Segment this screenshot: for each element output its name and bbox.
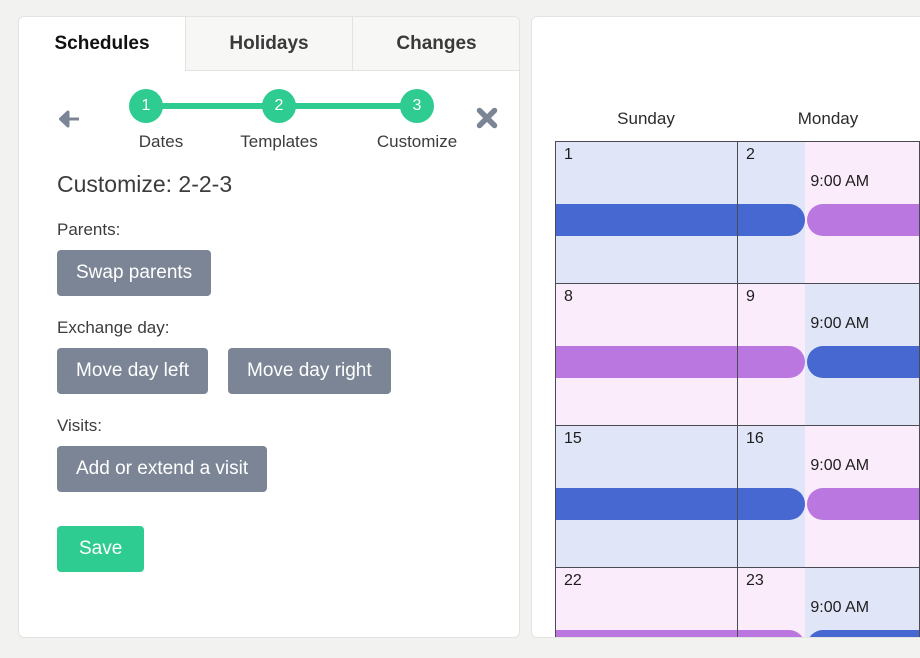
custody-bar[interactable] <box>738 488 805 520</box>
custody-bar[interactable] <box>556 346 737 378</box>
arrow-left-icon[interactable] <box>55 106 81 132</box>
calendar-day-header: Sunday <box>617 109 675 128</box>
calendar-day-headers: Sunday Monday <box>555 109 920 129</box>
tab-schedules-label: Schedules <box>54 32 150 54</box>
tab-bar: Schedules Holidays Changes <box>19 17 519 71</box>
exchange-time-label: 9:00 AM <box>810 315 870 332</box>
tab-changes[interactable]: Changes <box>353 17 519 71</box>
calendar-panel: Sunday Monday 1 2 9:00 AM 8 9 9:00 AM 15 16 9:00 … <box>531 16 920 638</box>
tab-holidays[interactable]: Holidays <box>185 17 353 71</box>
schedule-wizard-panel: Schedules Holidays Changes 1 2 3 Dates T… <box>18 16 520 638</box>
calendar-day-number: 22 <box>564 572 582 589</box>
calendar-day-cell[interactable]: 8 <box>556 284 738 425</box>
custody-bar[interactable] <box>738 204 805 236</box>
calendar-day-number: 16 <box>746 430 764 447</box>
calendar-day-number: 1 <box>564 146 573 163</box>
calendar-day-number: 2 <box>746 146 755 163</box>
calendar-day-cell[interactable]: 16 9:00 AM <box>738 426 920 567</box>
calendar-week-row: 15 16 9:00 AM <box>556 426 920 568</box>
move-day-left-button[interactable]: Move day left <box>57 348 208 394</box>
custody-bar[interactable] <box>556 488 737 520</box>
cell-background-left <box>556 568 737 637</box>
step-connector-2-3 <box>293 103 409 109</box>
exchange-day-label: Exchange day: <box>57 318 170 337</box>
visits-button-row: Add or extend a visit <box>57 446 519 492</box>
calendar-week-row: 22 23 9:00 AM <box>556 568 920 637</box>
exchange-time-label: 9:00 AM <box>810 599 870 616</box>
wizard-steps: 1 2 3 Dates Templates Customize <box>123 89 457 158</box>
calendar-day-cell[interactable]: 1 <box>556 142 738 283</box>
parents-button-row: Swap parents <box>57 250 519 296</box>
exchange-day-button-row: Move day left Move day right <box>57 348 519 394</box>
customize-form: Customize: 2-2-3 Parents: Swap parents E… <box>19 171 519 572</box>
wizard-step-3-label: Customize <box>376 132 458 151</box>
calendar-day-number: 9 <box>746 288 755 305</box>
wizard-stepper: 1 2 3 Dates Templates Customize <box>19 81 519 165</box>
custody-bar[interactable] <box>806 346 919 378</box>
custody-bar[interactable] <box>738 630 805 637</box>
calendar-day-cell[interactable]: 23 9:00 AM <box>738 568 920 637</box>
calendar-grid: 1 2 9:00 AM 8 9 9:00 AM 15 16 9:00 AM 22 23 9:00 AM <box>555 141 920 637</box>
wizard-step-2-number: 2 <box>274 97 284 114</box>
custody-bar[interactable] <box>556 630 737 637</box>
wizard-step-labels: Dates Templates Customize <box>123 132 457 158</box>
step-connector-1-2 <box>157 103 271 109</box>
parents-label: Parents: <box>57 220 121 239</box>
tab-changes-label: Changes <box>396 32 477 54</box>
wizard-step-1-number: 1 <box>141 97 151 114</box>
visits-label: Visits: <box>57 416 103 435</box>
calendar-day-number: 23 <box>746 572 764 589</box>
calendar-week-row: 1 2 9:00 AM <box>556 142 920 284</box>
calendar-day-header: Monday <box>797 109 859 128</box>
custody-bar[interactable] <box>738 346 805 378</box>
wizard-step-1[interactable]: 1 <box>129 89 163 123</box>
exchange-time-label: 9:00 AM <box>810 457 870 474</box>
wizard-step-3-number: 3 <box>412 97 422 114</box>
calendar-day-number: 15 <box>564 430 582 447</box>
wizard-steps-track: 1 2 3 <box>123 89 443 123</box>
tab-schedules[interactable]: Schedules <box>19 17 185 71</box>
wizard-step-2-label: Templates <box>240 132 318 151</box>
calendar-week-row: 8 9 9:00 AM <box>556 284 920 426</box>
wizard-step-3[interactable]: 3 <box>400 89 434 123</box>
wizard-step-1-label: Dates <box>138 132 184 151</box>
page-title: Customize: 2-2-3 <box>57 171 233 197</box>
move-day-right-button[interactable]: Move day right <box>228 348 391 394</box>
calendar-day-cell[interactable]: 22 <box>556 568 738 637</box>
calendar-day-cell[interactable]: 15 <box>556 426 738 567</box>
exchange-time-label: 9:00 AM <box>810 173 870 190</box>
tab-holidays-label: Holidays <box>229 32 309 54</box>
custody-bar[interactable] <box>806 488 919 520</box>
swap-parents-button[interactable]: Swap parents <box>57 250 212 296</box>
calendar-day-number: 8 <box>564 288 573 305</box>
close-x-icon[interactable] <box>475 106 499 130</box>
add-or-extend-visit-button[interactable]: Add or extend a visit <box>57 446 268 492</box>
custody-bar[interactable] <box>556 204 737 236</box>
wizard-step-2[interactable]: 2 <box>262 89 296 123</box>
calendar-day-cell[interactable]: 2 9:00 AM <box>738 142 920 283</box>
custody-bar[interactable] <box>806 204 919 236</box>
calendar-day-cell[interactable]: 9 9:00 AM <box>738 284 920 425</box>
save-button[interactable]: Save <box>57 526 145 572</box>
custody-bar[interactable] <box>806 630 919 637</box>
